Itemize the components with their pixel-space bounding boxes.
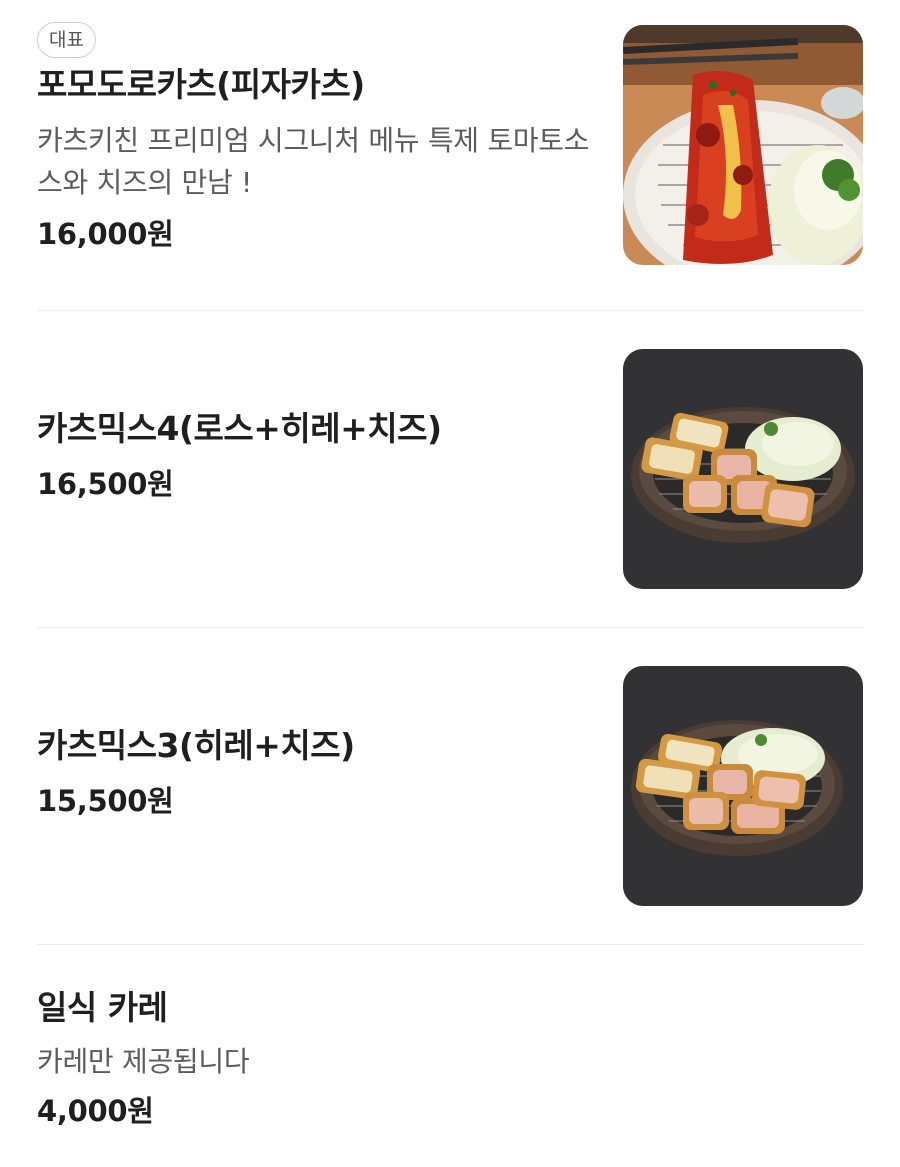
- menu-item-japanese-curry[interactable]: 일식 카레 카레만 제공됩니다 4,000원: [37, 945, 863, 1167]
- menu-item-price: 4,000원: [37, 1094, 154, 1128]
- menu-item-pomodoro-katsu[interactable]: 대표 포모도로카츠(피자카츠) 카츠키친 프리미엄 시그니처 메뉴 특제 토마토…: [37, 0, 863, 311]
- menu-item-text: 카츠믹스4(로스+히레+치즈) 16,500원: [37, 406, 597, 504]
- pizza-katsu-photo[interactable]: [623, 25, 863, 265]
- menu-item-text: 카츠믹스3(히레+치즈) 15,500원: [37, 723, 597, 821]
- menu-item-name: 카츠믹스3(히레+치즈): [37, 726, 355, 765]
- menu-item-katsu-mix-3[interactable]: 카츠믹스3(히레+치즈) 15,500원: [37, 628, 863, 945]
- menu-item-name: 카츠믹스4(로스+히레+치즈): [37, 409, 442, 448]
- menu-item-text: 일식 카레 카레만 제공됩니다 4,000원: [37, 985, 597, 1131]
- menu-list: 대표 포모도로카츠(피자카츠) 카츠키친 프리미엄 시그니처 메뉴 특제 토마토…: [0, 0, 900, 1167]
- menu-item-text: 대표 포모도로카츠(피자카츠) 카츠키친 프리미엄 시그니처 메뉴 특제 토마토…: [37, 22, 597, 254]
- menu-item-price: 16,500원: [37, 467, 174, 501]
- menu-item-name: 포모도로카츠(피자카츠): [37, 65, 365, 104]
- menu-item-name: 일식 카레: [37, 988, 168, 1027]
- menu-item-description: 카레만 제공됩니다: [37, 1045, 250, 1078]
- katsu-mix-4-photo[interactable]: [623, 349, 863, 589]
- menu-item-price: 15,500원: [37, 784, 174, 818]
- katsu-mix-3-photo[interactable]: [623, 666, 863, 906]
- menu-item-katsu-mix-4[interactable]: 카츠믹스4(로스+히레+치즈) 16,500원: [37, 311, 863, 628]
- menu-item-description: 카츠키친 프리미엄 시그니처 메뉴 특제 토마토소스와 치즈의 만남 !: [37, 124, 590, 199]
- menu-item-price: 16,000원: [37, 217, 174, 251]
- signature-badge: 대표: [37, 22, 96, 58]
